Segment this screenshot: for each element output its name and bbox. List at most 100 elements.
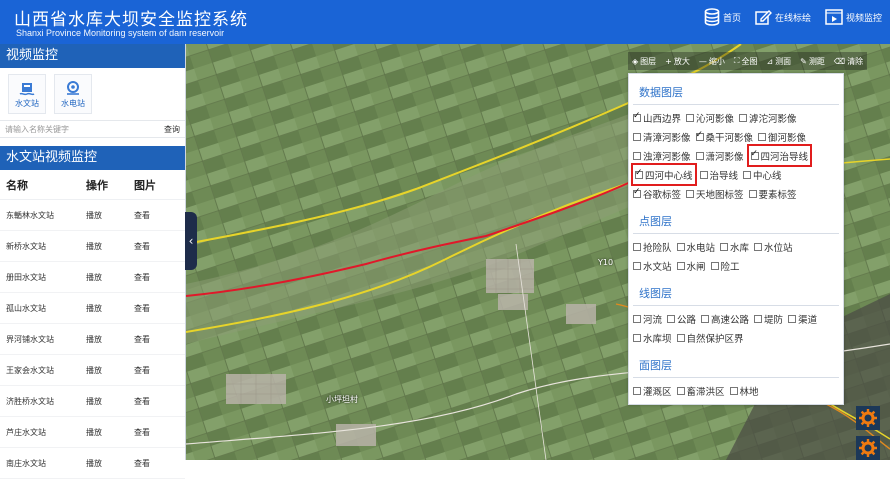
layer-checkbox[interactable]: 清漳河影像 [633,127,691,146]
checkbox-icon[interactable] [748,189,757,198]
view-image-link[interactable]: 查看 [134,365,174,376]
layer-checkbox[interactable]: 水文站 [633,256,672,275]
play-link[interactable]: 播放 [86,210,134,221]
layer-checkbox[interactable]: 水库坝 [633,328,672,347]
checkbox-icon[interactable] [788,314,797,323]
layer-checkbox[interactable]: 公路 [667,309,696,328]
checkbox-icon[interactable] [676,386,685,395]
layer-checkbox[interactable]: 沁河影像 [686,108,734,127]
layer-checkbox[interactable]: 御河影像 [758,127,806,146]
checkbox-icon[interactable] [633,261,641,270]
layer-checkbox[interactable]: 山西边界 [633,108,681,127]
play-link[interactable]: 播放 [86,396,134,407]
checkbox-icon[interactable] [633,132,641,141]
checkbox-icon[interactable] [743,170,752,179]
layer-checkbox[interactable]: 灌溉区 [633,381,672,400]
layer-checkbox[interactable]: 水位站 [754,237,793,256]
layer-checkbox[interactable]: 谷歌标签 [633,184,681,203]
tile-hydropower-station[interactable]: 水电站 [54,74,92,114]
layer-checkbox[interactable]: 要素标签 [748,184,797,203]
play-link[interactable]: 播放 [86,303,134,314]
layer-checkbox[interactable]: 畜滞洪区 [676,381,725,400]
layer-checkbox[interactable]: 林地 [729,381,759,400]
tool-measure-distance[interactable]: ✎ 测距 [800,56,825,67]
view-image-link[interactable]: 查看 [134,334,174,345]
layer-checkbox[interactable]: 治导线 [699,165,738,184]
checkbox-icon[interactable] [633,151,641,160]
layer-checkbox[interactable]: 渠道 [788,309,817,328]
layer-checkbox[interactable]: 堤防 [754,309,783,328]
checkbox-icon[interactable] [667,314,676,323]
tool-zoom-in[interactable]: + 放大 [665,56,690,67]
layer-checkbox[interactable]: 天地图标签 [686,184,744,203]
checkbox-icon[interactable] [633,187,641,198]
view-image-link[interactable]: 查看 [134,210,174,221]
layer-checkbox[interactable]: 滹沱河影像 [739,108,797,127]
play-link[interactable]: 播放 [86,458,134,469]
layer-checkbox[interactable]: 险工 [710,256,740,275]
view-image-link[interactable]: 查看 [134,396,174,407]
play-link[interactable]: 播放 [86,241,134,252]
layer-checkbox[interactable]: 潇河影像 [695,146,744,165]
checkbox-icon[interactable] [676,242,685,251]
layer-checkbox[interactable]: 中心线 [743,165,782,184]
checkbox-icon[interactable] [635,168,643,179]
checkbox-icon[interactable] [754,242,763,251]
layer-checkbox[interactable]: 水库 [720,237,749,256]
checkbox-icon[interactable] [686,189,695,198]
layers-icon: ◈ [632,56,639,66]
checkbox-icon[interactable] [695,151,704,160]
tool-zoom-out[interactable]: — 缩小 [699,56,725,67]
nav-plot-link[interactable]: 在线标绘 [755,8,811,26]
panel-collapse-button[interactable]: ‹ [185,212,197,270]
tool-measure-area[interactable]: ⊿ 测面 [766,56,791,67]
checkbox-icon[interactable] [729,386,738,395]
layer-checkbox[interactable]: 河流 [633,309,662,328]
checkbox-icon[interactable] [633,111,641,122]
view-image-link[interactable]: 查看 [134,458,174,469]
layer-checkbox[interactable]: 水闸 [676,256,706,275]
checkbox-icon[interactable] [676,333,685,342]
tool-clear[interactable]: ⌫ 清除 [834,56,863,67]
checkbox-icon[interactable] [720,242,729,251]
checkbox-icon[interactable] [739,113,748,122]
checkbox-icon[interactable] [758,132,767,141]
checkbox-icon[interactable] [754,314,763,323]
checkbox-icon[interactable] [633,386,641,395]
view-image-link[interactable]: 查看 [134,272,174,283]
nav-video-link[interactable]: 视频监控 [825,8,882,26]
play-link[interactable]: 播放 [86,272,134,283]
settings-button-1[interactable] [856,406,880,430]
search-button[interactable]: 查询 [159,124,185,135]
layer-checkbox[interactable]: 四河中心线 [631,163,697,186]
layer-checkbox[interactable]: 浊漳河影像 [633,146,691,165]
play-link[interactable]: 播放 [86,427,134,438]
checkbox-icon[interactable] [633,333,641,342]
checkbox-icon[interactable] [676,261,685,270]
layer-checkbox[interactable]: 高速公路 [701,309,749,328]
tool-layers[interactable]: ◈ 图层 [632,56,656,67]
view-image-link[interactable]: 查看 [134,427,174,438]
checkbox-icon[interactable] [686,113,695,122]
view-image-link[interactable]: 查看 [134,303,174,314]
play-link[interactable]: 播放 [86,334,134,345]
layer-checkbox[interactable]: 水电站 [676,237,715,256]
checkbox-icon[interactable] [701,314,710,323]
checkbox-icon[interactable] [633,242,641,251]
checkbox-icon[interactable] [710,261,719,270]
tool-full-extent[interactable]: ⛶ 全图 [734,56,758,67]
checkbox-icon[interactable] [695,130,704,141]
layer-checkbox[interactable]: 自然保护区界 [676,328,744,347]
layer-checkbox[interactable]: 桑干河影像 [695,127,753,146]
checkbox-icon[interactable] [633,314,641,323]
station-search-input[interactable] [0,121,159,137]
settings-button-2[interactable] [856,436,880,460]
checkbox-icon[interactable] [699,170,708,179]
tile-hydrology-station[interactable]: 水文站 [8,74,46,114]
view-image-link[interactable]: 查看 [134,241,174,252]
play-link[interactable]: 播放 [86,365,134,376]
layer-checkbox[interactable]: 四河治导线 [746,144,813,167]
checkbox-icon[interactable] [750,149,759,160]
nav-home-link[interactable]: 首页 [704,8,741,26]
layer-checkbox[interactable]: 抢险队 [633,237,672,256]
